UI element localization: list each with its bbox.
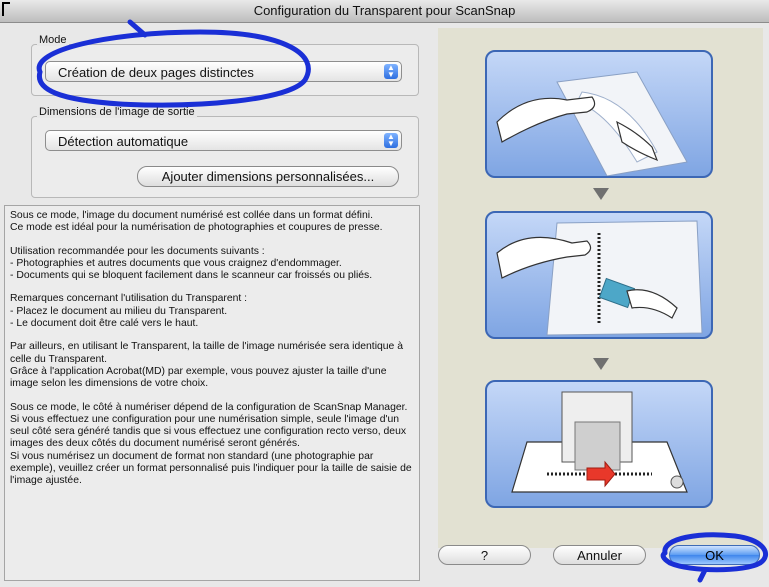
description-paragraph: Sous ce mode, le côté à numériser dépend…	[10, 401, 412, 487]
mode-select-value: Création de deux pages distinctes	[58, 65, 254, 80]
window-title: Configuration du Transparent pour ScanSn…	[253, 3, 516, 18]
illustration-open-carrier	[485, 50, 713, 178]
description-paragraph: Utilisation recommandée pour les documen…	[10, 245, 373, 282]
scanner-drawing	[511, 391, 688, 493]
step-down-arrow-icon	[593, 188, 609, 200]
description-text-area: Sous ce mode, l'image du document numéri…	[4, 205, 420, 581]
step-down-arrow-icon	[593, 358, 609, 370]
output-dimensions-value: Détection automatique	[58, 134, 189, 149]
output-dimensions-select[interactable]: Détection automatique ▲ ▼	[45, 130, 402, 151]
description-paragraph: Par ailleurs, en utilisant le Transparen…	[10, 341, 404, 390]
illustration-scanner	[485, 380, 713, 508]
illustration-panel	[438, 28, 763, 548]
add-custom-dimensions-button[interactable]: Ajouter dimensions personnalisées...	[137, 166, 399, 187]
popup-arrows-icon: ▲ ▼	[384, 133, 398, 148]
ok-button[interactable]: OK	[669, 545, 760, 565]
dialog-window: Configuration du Transparent pour ScanSn…	[0, 0, 769, 587]
mode-select[interactable]: Création de deux pages distinctes ▲ ▼	[45, 61, 402, 82]
output-dimensions-label: Dimensions de l'image de sortie	[37, 106, 197, 118]
description-paragraph: Sous ce mode, l'image du document numéri…	[10, 210, 383, 234]
title-bar: Configuration du Transparent pour ScanSn…	[0, 0, 769, 23]
popup-arrows-icon: ▲ ▼	[384, 64, 398, 79]
mode-group-label: Mode	[37, 34, 69, 46]
insert-document-drawing	[496, 220, 703, 336]
illustration-insert-document	[485, 211, 713, 339]
cancel-button[interactable]: Annuler	[553, 545, 646, 565]
description-paragraph: Remarques concernant l'utilisation du Tr…	[10, 293, 248, 330]
help-button[interactable]: ?	[438, 545, 531, 565]
open-carrier-drawing	[496, 71, 688, 176]
